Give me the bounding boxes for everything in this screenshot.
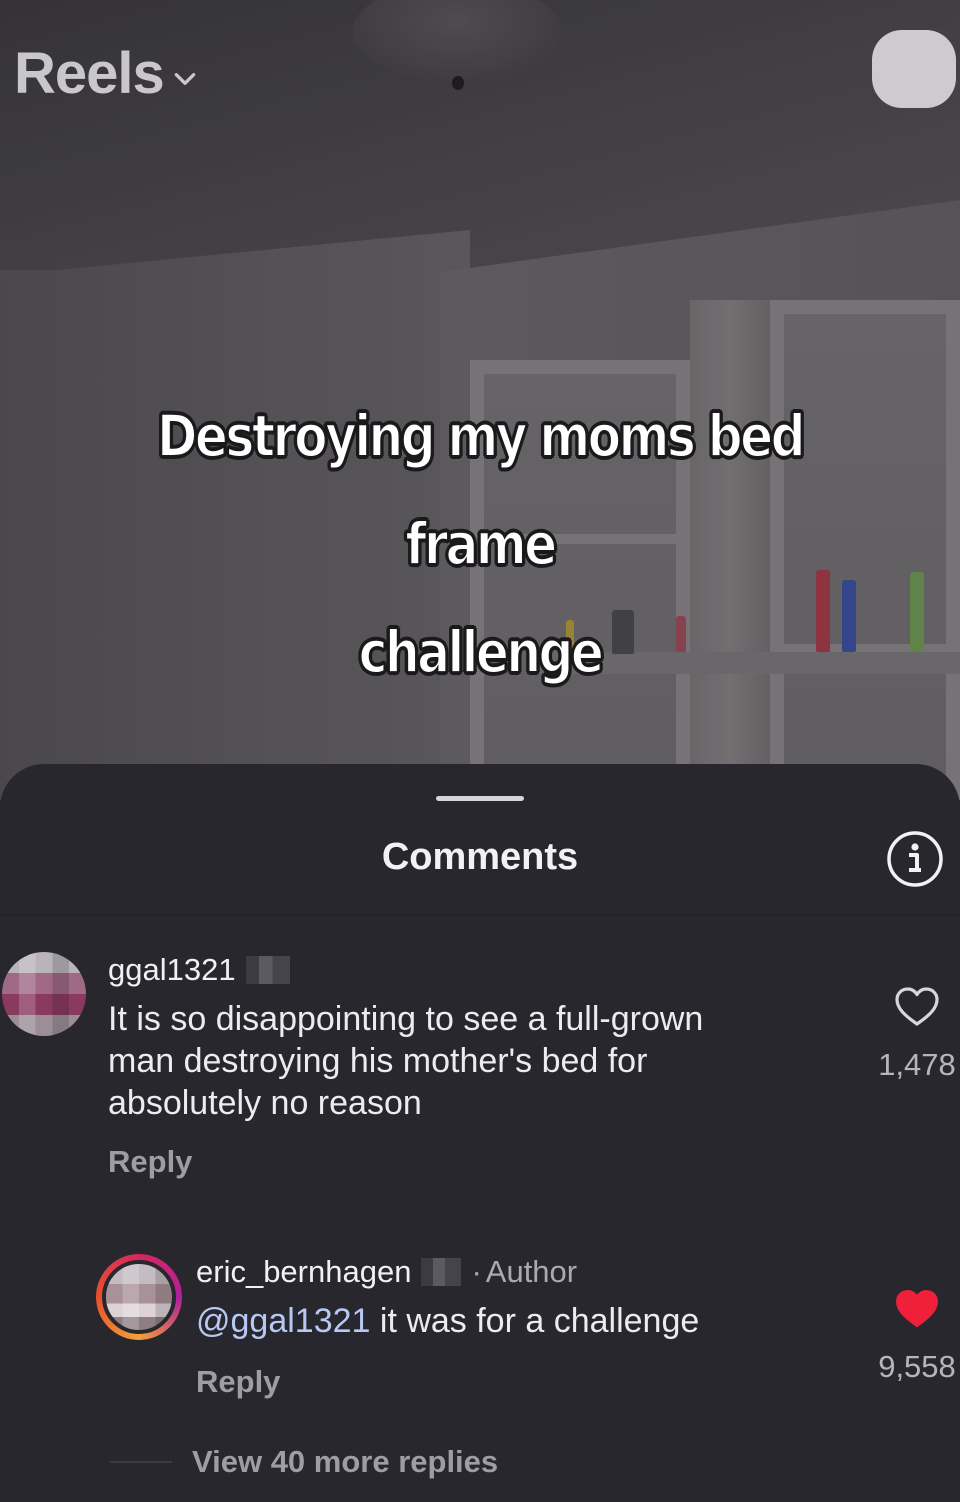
chevron-down-icon: [174, 72, 196, 85]
redacted-timestamp: [245, 956, 290, 984]
comment-header: ggal1321: [108, 952, 290, 988]
reply-username[interactable]: eric_bernhagen: [196, 1254, 411, 1290]
comment-text-line: absolutely no reason: [108, 1084, 422, 1122]
comment-username[interactable]: ggal1321: [108, 952, 236, 988]
comment-text-line: man destroying his mother's bed for: [108, 1042, 648, 1080]
comment-text: It is so disappointing to see a full-gro…: [108, 998, 808, 1124]
reply-header: eric_bernhagen · Author: [196, 1254, 577, 1290]
video-caption-line: Destroying my moms bed frame: [156, 401, 806, 579]
comments-sheet: Comments ggal1321 It is so disappointing…: [0, 764, 960, 1502]
info-icon[interactable]: [886, 830, 944, 888]
comment-text-line: It is so disappointing to see a full-gro…: [108, 1000, 704, 1038]
comments-title: Comments: [381, 836, 579, 878]
like-count: 1,478: [878, 1047, 956, 1082]
reply-text: @ggal1321 it was for a challenge: [196, 1300, 856, 1342]
view-more-replies-button[interactable]: View 40 more replies: [192, 1444, 498, 1480]
mention-link[interactable]: @ggal1321: [196, 1302, 370, 1340]
like-group: 1,478: [872, 986, 960, 1083]
reels-title-button[interactable]: Reels: [14, 40, 198, 107]
avatar: [102, 1260, 176, 1334]
reels-title: Reels: [14, 41, 165, 106]
view-more-divider: [110, 1461, 172, 1463]
video-caption-line: challenge: [358, 617, 605, 687]
avatar-story-ring[interactable]: [96, 1254, 182, 1340]
reels-screen: Reels Destroying my moms bed frame chall…: [0, 0, 960, 1502]
video-caption: Destroying my moms bed frame challenge: [94, 382, 867, 706]
avatar[interactable]: [2, 952, 86, 1036]
redacted-timestamp: [421, 1258, 462, 1286]
sheet-divider: [0, 914, 960, 916]
heart-filled-icon[interactable]: [894, 1288, 940, 1330]
author-badge: Author: [485, 1254, 578, 1289]
reply-text-body: it was for a challenge: [370, 1302, 700, 1340]
camera-icon[interactable]: [872, 30, 956, 108]
reply-button[interactable]: Reply: [196, 1364, 280, 1400]
like-count: 9,558: [878, 1349, 956, 1384]
reply-button[interactable]: Reply: [108, 1144, 192, 1180]
heart-outline-icon[interactable]: [894, 986, 940, 1028]
author-separator: ·: [471, 1254, 482, 1289]
sheet-grab-handle[interactable]: [436, 796, 524, 801]
like-group: 9,558: [872, 1288, 960, 1385]
